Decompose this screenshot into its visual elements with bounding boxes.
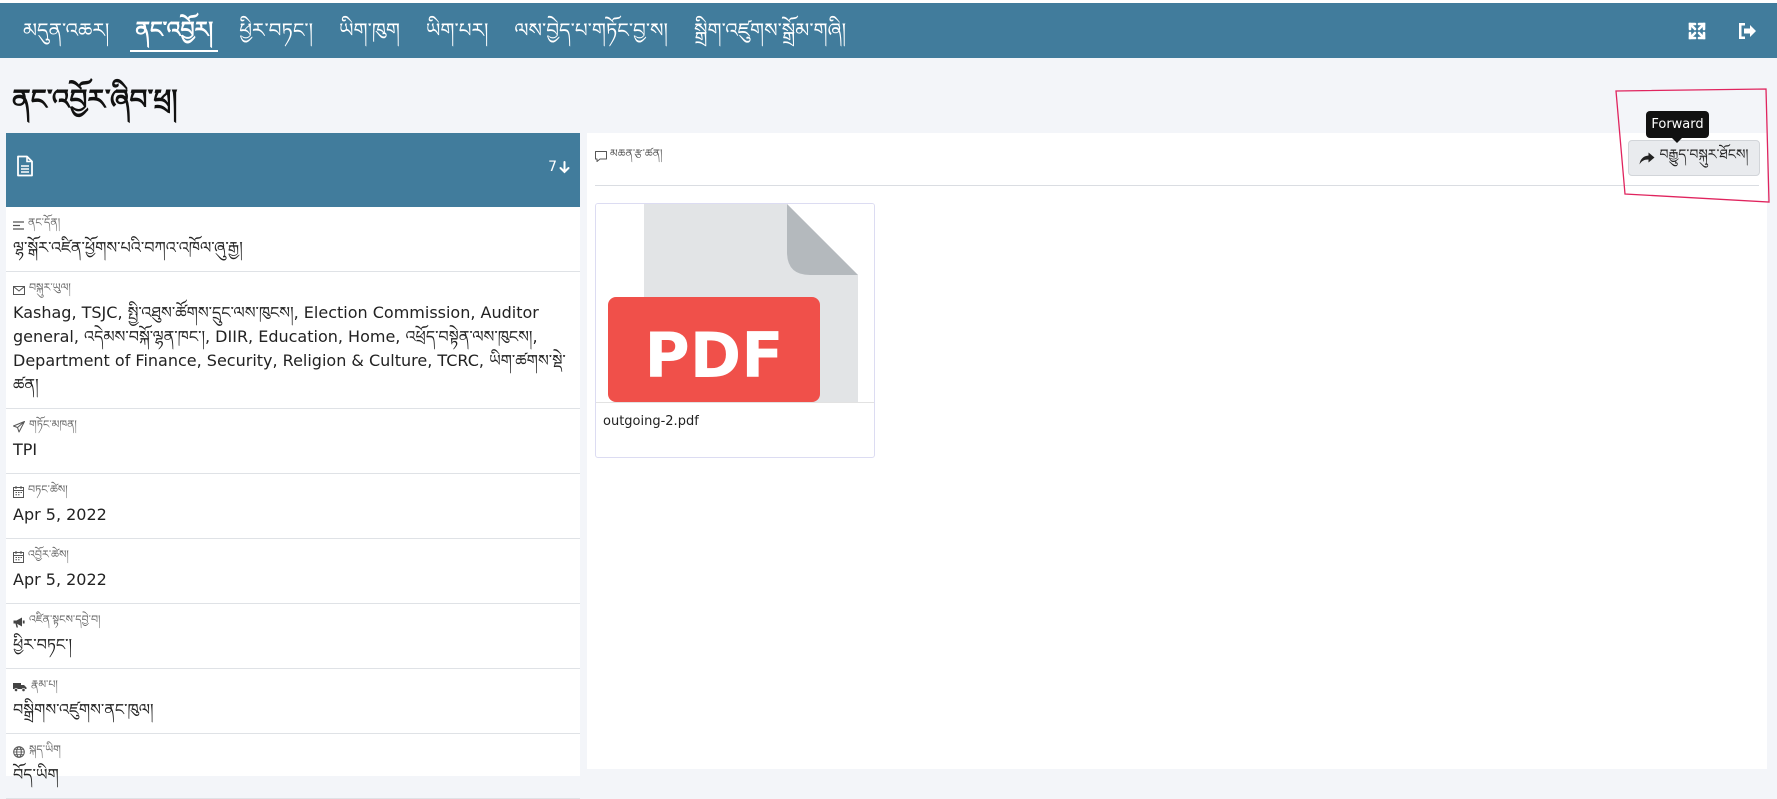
- nav-item-dashboard[interactable]: མདུན་འཆར།: [10, 3, 122, 58]
- field-category: འཛིན་སྟངས་དབྱེ་བ། ཕྱིར་བཏང་།: [6, 604, 580, 669]
- envelope-icon: [13, 285, 25, 295]
- globe-icon: [13, 746, 25, 758]
- field-value: བསྒྲིགས་འཛུགས་ནང་ཁུལ།: [13, 700, 154, 719]
- file-name[interactable]: outgoing-2.pdf: [596, 403, 874, 440]
- field-value: TPI: [13, 440, 38, 459]
- field-sent-date: བཏང་ཚེས། Apr 5, 2022: [6, 474, 580, 539]
- field-value: ལྷ་སྒོར་འཛིན་ཕྱོགས་པའི་བཀའ་འཁོལ་ཞུ་རྒྱ།: [13, 238, 243, 257]
- forward-button[interactable]: བརྒྱུད་བསྐུར་ཐོངས།: [1628, 140, 1760, 176]
- forward-tooltip: Forward: [1646, 111, 1709, 143]
- nav-item-letters[interactable]: ཡིག་པར།: [413, 3, 502, 58]
- attachment-card[interactable]: PDF outgoing-2.pdf: [595, 203, 875, 458]
- comments-label: མཆན་རྩ་ཚན།: [610, 147, 663, 160]
- calendar-icon: [13, 486, 24, 498]
- comment-icon: [595, 151, 607, 162]
- panel-header: 7: [6, 133, 580, 207]
- sort-indicator[interactable]: 7: [548, 159, 570, 175]
- nav-item-staff[interactable]: ལས་བྱེད་པ་གཏོང་བྱ་ས།: [501, 3, 681, 58]
- details-panel: 7 ནང་དོན། ལྷ་སྒོར་འཛིན་ཕྱོགས་པའི་བཀའ་འཁོ…: [6, 133, 580, 799]
- share-icon: [1639, 152, 1655, 164]
- nav-item-files[interactable]: ཡིག་ཁུག: [326, 3, 413, 58]
- expand-icon[interactable]: [1685, 19, 1709, 43]
- truck-icon: [13, 683, 27, 692]
- nav-item-settings[interactable]: སྒྲིག་འཛུགས་སྒྲོམ་གཞི།: [681, 3, 859, 58]
- field-value: Apr 5, 2022: [13, 570, 107, 589]
- field-sender: གཏོང་མཁན། TPI: [6, 409, 580, 474]
- align-left-icon: [13, 220, 24, 230]
- field-value: Kashag, TSJC, སྤྱི་འཐུས་ཚོགས་དྲུང་ལས་ཁུང…: [13, 303, 566, 394]
- attachments-panel: མཆན་རྩ་ཚན། PDF outgoing-2.pdf: [587, 133, 1767, 769]
- document-icon: [16, 155, 34, 181]
- pdf-badge: PDF: [644, 319, 783, 392]
- field-received-date: འབྱོར་ཚེས། Apr 5, 2022: [6, 539, 580, 604]
- pdf-thumbnail[interactable]: PDF: [596, 204, 874, 403]
- pdf-file-icon: PDF: [608, 204, 858, 402]
- top-navbar: མདུན་འཆར། ནང་འབྱོར། ཕྱིར་བཏང་། ཡིག་ཁུག ཡ…: [0, 0, 1777, 58]
- arrow-down-icon: [559, 160, 570, 173]
- document-count: 7: [548, 159, 557, 175]
- calendar-icon: [13, 551, 24, 563]
- nav-item-incoming[interactable]: ནང་འབྱོར།: [122, 3, 226, 58]
- paper-plane-icon: [13, 421, 25, 433]
- field-mode: རྣམ་པ། བསྒྲིགས་འཛུགས་ནང་ཁུལ།: [6, 669, 580, 734]
- divider: [595, 185, 1759, 186]
- bullhorn-icon: [13, 617, 25, 627]
- field-value: Apr 5, 2022: [13, 505, 107, 524]
- comments-header[interactable]: མཆན་རྩ་ཚན།: [595, 141, 663, 172]
- nav-item-outgoing[interactable]: ཕྱིར་བཏང་།: [226, 3, 326, 58]
- field-value: བོད་ཡིག: [13, 765, 59, 784]
- field-subject: ནང་དོན། ལྷ་སྒོར་འཛིན་ཕྱོགས་པའི་བཀའ་འཁོལ་…: [6, 207, 580, 272]
- field-recipients: བསྐུར་ཡུལ། Kashag, TSJC, སྤྱི་འཐུས་ཚོགས་…: [6, 272, 580, 409]
- field-language: སྐད་ཡིག བོད་ཡིག: [6, 734, 580, 799]
- main-nav: མདུན་འཆར། ནང་འབྱོར། ཕྱིར་བཏང་། ཡིག་ཁུག ཡ…: [10, 3, 859, 58]
- logout-icon[interactable]: [1735, 19, 1759, 43]
